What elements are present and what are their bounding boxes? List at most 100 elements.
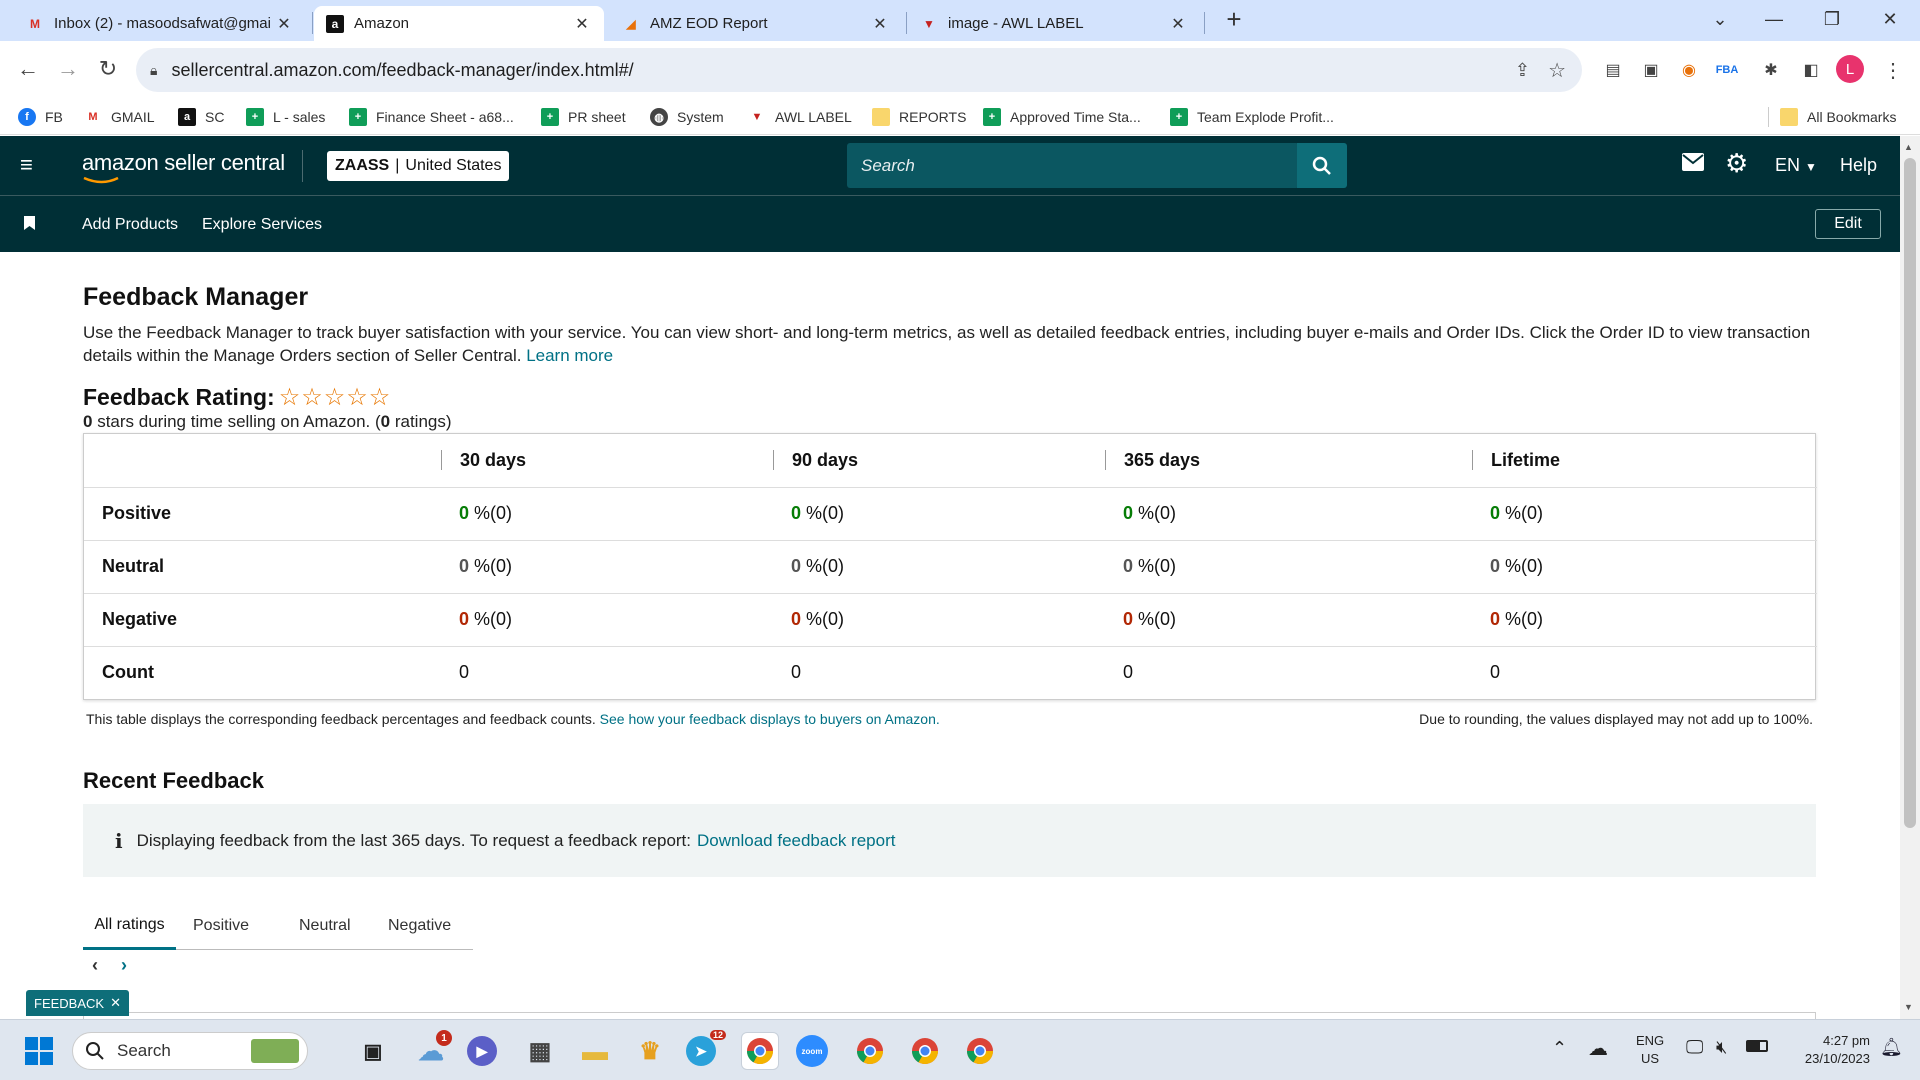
help-link[interactable]: Help: [1840, 155, 1877, 176]
close-icon[interactable]: ✕: [870, 14, 890, 34]
bookmark-system[interactable]: ◍ System: [650, 105, 724, 129]
amazon-seller-central-logo[interactable]: amazon seller central: [82, 150, 285, 184]
awl-icon: ▼: [923, 16, 935, 31]
extension-icon[interactable]: ▣: [1636, 55, 1666, 85]
table-cell: 0: [1105, 645, 1472, 699]
file-explorer-icon[interactable]: ▬: [576, 1032, 614, 1070]
address-bar[interactable]: 🔒︎ sellercentral.amazon.com/feedback-man…: [136, 48, 1582, 92]
feedback-display-link[interactable]: See how your feedback displays to buyers…: [600, 711, 940, 727]
close-icon[interactable]: ✕: [274, 14, 294, 34]
side-panel-icon[interactable]: ◧: [1796, 55, 1826, 85]
weather-icon[interactable]: ☁ 1: [412, 1030, 452, 1070]
tab-awl-label[interactable]: ▼ image - AWL LABEL ✕: [908, 6, 1200, 41]
bookmark-gmail[interactable]: M GMAIL: [84, 105, 155, 129]
search-input[interactable]: Search: [847, 143, 1299, 188]
bookmark-icon[interactable]: [24, 216, 35, 235]
table-row-neutral: Neutral 0 %(0) 0 %(0) 0 %(0) 0 %(0): [84, 539, 1817, 593]
download-feedback-report-link[interactable]: Download feedback report: [697, 831, 895, 851]
bookmark-l-sales[interactable]: + L - sales: [246, 105, 325, 129]
network-icon[interactable]: 🖵︎: [1686, 1037, 1703, 1058]
notification-bell-icon[interactable]: 🔔︎: [1880, 1037, 1903, 1058]
share-icon[interactable]: ⇪: [1515, 60, 1530, 81]
bookmark-sc[interactable]: a SC: [178, 105, 224, 129]
nav-explore-services[interactable]: Explore Services: [202, 216, 322, 234]
language-indicator[interactable]: ENG US: [1636, 1032, 1664, 1068]
tab-search-icon[interactable]: ⌄: [1700, 4, 1740, 34]
extension-icon[interactable]: FBA: [1712, 55, 1742, 85]
bookmark-pr-sheet[interactable]: + PR sheet: [541, 105, 626, 129]
menu-kebab-icon[interactable]: ⋮: [1878, 55, 1908, 85]
all-bookmarks[interactable]: All Bookmarks: [1780, 105, 1896, 129]
settings-gear-icon[interactable]: ⚙: [1725, 148, 1748, 179]
globe-icon: ◍: [650, 108, 668, 126]
extension-icon[interactable]: ◉: [1674, 55, 1704, 85]
show-hidden-icons[interactable]: ⌃: [1552, 1038, 1567, 1059]
scrollbar-thumb[interactable]: [1904, 158, 1916, 828]
task-view-icon[interactable]: ▣: [354, 1032, 392, 1070]
store-selector[interactable]: ZAASS | United States: [327, 151, 510, 181]
telegram-icon[interactable]: ➤ 12: [686, 1030, 726, 1066]
tab-neutral[interactable]: Neutral: [299, 902, 351, 950]
scroll-left-icon[interactable]: ‹: [92, 955, 98, 976]
scroll-down-icon[interactable]: ▼: [1904, 1002, 1913, 1012]
bookmark-team-explode[interactable]: + Team Explode Profit...: [1170, 105, 1334, 129]
zoom-icon[interactable]: zoom: [796, 1035, 828, 1067]
clock[interactable]: 4:27 pm 23/10/2023: [1780, 1032, 1870, 1068]
edit-button[interactable]: Edit: [1815, 209, 1881, 239]
forward-icon[interactable]: →: [50, 51, 86, 87]
bookmark-awl-label[interactable]: ▼ AWL LABEL: [748, 105, 852, 129]
bookmark-reports[interactable]: REPORTS: [872, 105, 966, 129]
language-selector[interactable]: EN ▼: [1775, 155, 1817, 176]
search-button[interactable]: [1297, 143, 1347, 188]
chrome-icon[interactable]: [741, 1032, 779, 1070]
tab-gmail[interactable]: M Inbox (2) - masoodsafwat@gmai ✕: [14, 6, 306, 41]
extension-icon[interactable]: ▤: [1598, 55, 1628, 85]
back-icon[interactable]: ←: [10, 51, 46, 87]
puzzle-icon[interactable]: ✱: [1756, 55, 1786, 85]
feedback-badge[interactable]: FEEDBACK ✕: [26, 990, 129, 1016]
chrome-icon[interactable]: [906, 1032, 944, 1070]
restore-button[interactable]: ❐: [1812, 4, 1852, 34]
reload-icon[interactable]: ↻: [90, 51, 126, 87]
scroll-up-icon[interactable]: ▲: [1904, 142, 1913, 152]
bookmark-label: GMAIL: [111, 109, 155, 125]
sheets-icon: +: [246, 108, 264, 126]
chrome-icon[interactable]: [961, 1032, 999, 1070]
volume-muted-icon[interactable]: 🔇︎: [1716, 1037, 1727, 1058]
bookmark-finance-sheet[interactable]: + Finance Sheet - a68...: [349, 105, 514, 129]
tab-eod-report[interactable]: ◢ AMZ EOD Report ✕: [610, 6, 902, 41]
lock-icon: 🔒︎: [150, 61, 158, 78]
tab-positive[interactable]: Positive: [193, 902, 249, 950]
nav-add-products[interactable]: Add Products: [82, 216, 178, 234]
close-icon[interactable]: ✕: [572, 14, 592, 34]
star-icon[interactable]: ☆: [1548, 58, 1566, 83]
facebook-icon: f: [18, 108, 36, 126]
taskbar-search-box[interactable]: Search: [72, 1032, 308, 1070]
scroll-right-icon[interactable]: ›: [121, 955, 127, 976]
calculator-icon[interactable]: ▦: [521, 1032, 559, 1070]
tab-negative[interactable]: Negative: [388, 902, 451, 950]
learn-more-link[interactable]: Learn more: [526, 346, 613, 365]
bookmark-label: Approved Time Sta...: [1010, 109, 1141, 125]
teams-icon[interactable]: ▶: [467, 1036, 497, 1066]
app-icon[interactable]: ♛: [631, 1032, 669, 1070]
close-icon[interactable]: ✕: [1168, 14, 1188, 34]
search-highlight-icon: [251, 1039, 299, 1063]
page-scrollbar[interactable]: ▲ ▼: [1900, 136, 1920, 1019]
bookmark-fb[interactable]: f FB: [18, 105, 63, 129]
battery-icon[interactable]: [1746, 1040, 1768, 1052]
tab-amazon[interactable]: a Amazon ✕: [314, 6, 604, 41]
close-icon[interactable]: ✕: [110, 995, 121, 1011]
close-window-button[interactable]: ✕: [1870, 4, 1910, 34]
minimize-button[interactable]: —: [1754, 4, 1794, 34]
bookmark-approved-time[interactable]: + Approved Time Sta...: [983, 105, 1141, 129]
hamburger-menu-icon[interactable]: ≡: [20, 154, 40, 176]
page-title: Feedback Manager: [83, 283, 309, 311]
mail-icon[interactable]: [1682, 153, 1704, 176]
onedrive-icon[interactable]: ☁: [1588, 1036, 1608, 1061]
windows-start-icon[interactable]: [20, 1032, 58, 1070]
tab-all-ratings[interactable]: All ratings: [83, 902, 176, 950]
chrome-icon[interactable]: [851, 1032, 889, 1070]
new-tab-button[interactable]: +: [1214, 4, 1254, 34]
profile-avatar[interactable]: L: [1836, 55, 1864, 83]
